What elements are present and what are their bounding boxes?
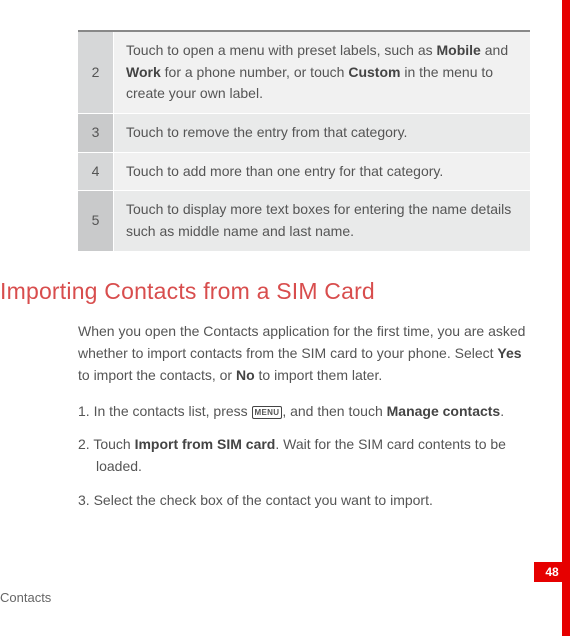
table-row: 3Touch to remove the entry from that cat… (78, 114, 530, 153)
page-number-tab: 48 (534, 562, 570, 582)
table-row: 2Touch to open a menu with preset labels… (78, 32, 530, 114)
side-accent-strip-lower (562, 582, 570, 636)
step-list: 1. In the contacts list, press MENU, and… (78, 401, 534, 512)
row-description: Touch to open a menu with preset labels,… (114, 32, 530, 113)
row-number: 5 (78, 191, 114, 250)
step-item: 2. Touch Import from SIM card. Wait for … (78, 434, 534, 477)
table-row: 5Touch to display more text boxes for en… (78, 191, 530, 251)
row-description: Touch to add more than one entry for tha… (114, 153, 530, 191)
row-description: Touch to remove the entry from that cate… (114, 114, 530, 152)
table-row: 4Touch to add more than one entry for th… (78, 153, 530, 192)
side-accent-strip (562, 0, 570, 562)
menu-key-icon: MENU (252, 406, 283, 419)
step-number: 1. (78, 403, 94, 419)
row-number: 2 (78, 32, 114, 113)
step-item: 1. In the contacts list, press MENU, and… (78, 401, 534, 423)
reference-table: 2Touch to open a menu with preset labels… (78, 30, 530, 252)
step-number: 2. (78, 436, 93, 452)
row-description: Touch to display more text boxes for ent… (114, 191, 530, 250)
footer-chapter-label: Contacts (0, 588, 51, 608)
step-number: 3. (78, 492, 94, 508)
row-number: 3 (78, 114, 114, 152)
row-number: 4 (78, 153, 114, 191)
step-item: 3. Select the check box of the contact y… (78, 490, 534, 512)
page-number: 48 (545, 563, 558, 582)
intro-paragraph: When you open the Contacts application f… (78, 321, 534, 386)
section-heading: Importing Contacts from a SIM Card (0, 274, 534, 310)
